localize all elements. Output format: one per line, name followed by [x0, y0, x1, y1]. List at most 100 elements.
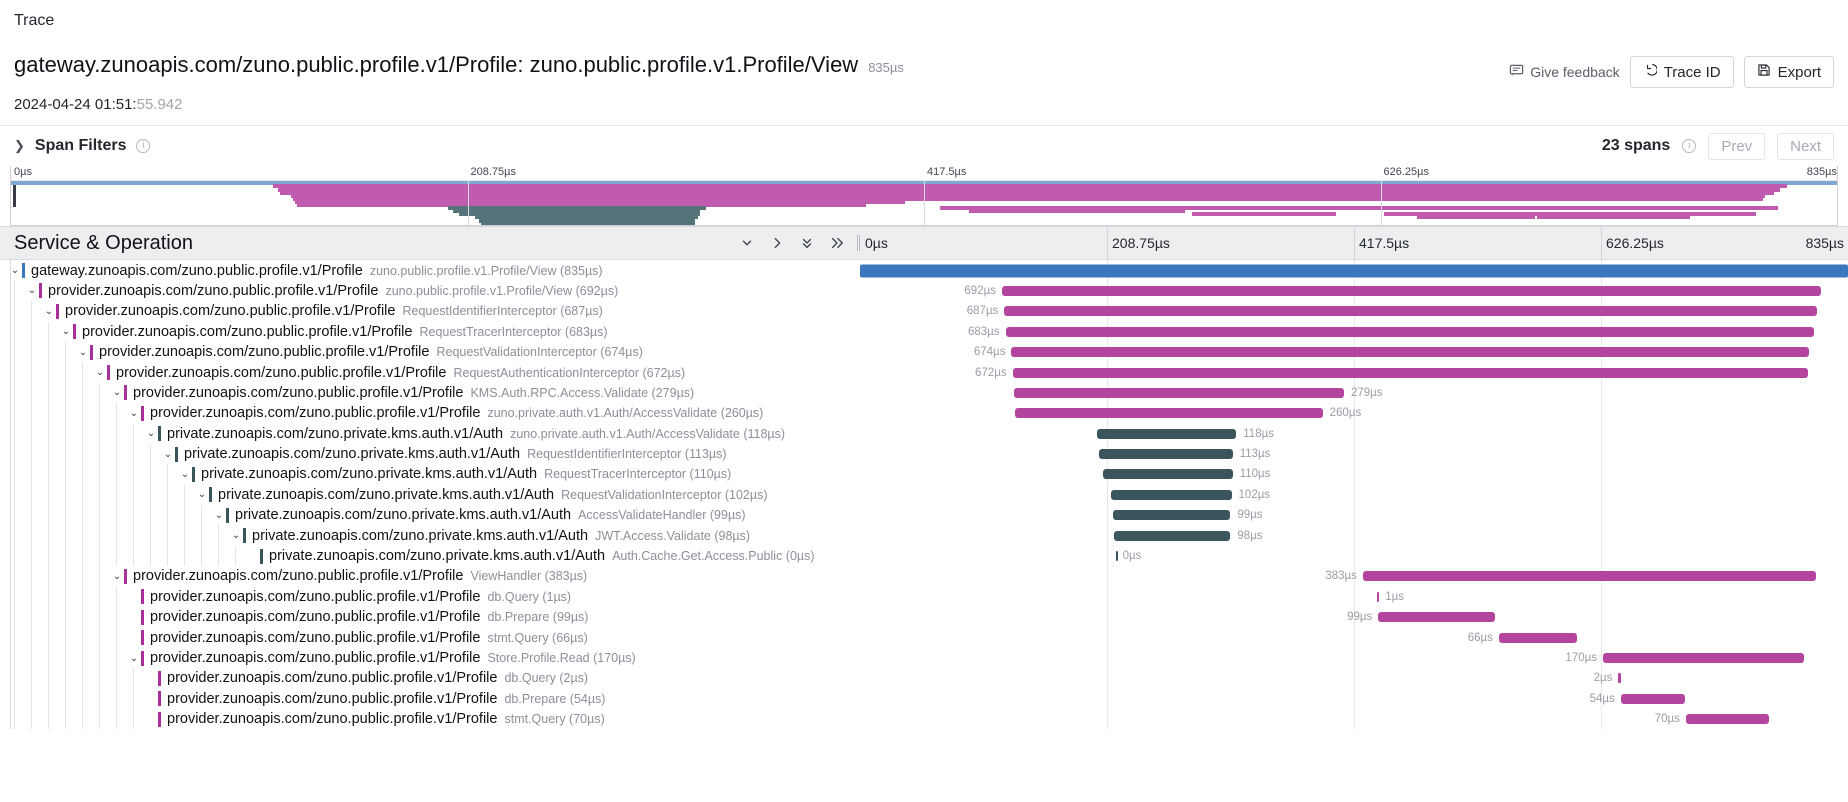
next-span-button[interactable]: Next [1777, 132, 1834, 160]
span-duration-bar[interactable] [1005, 326, 1814, 337]
span-row[interactable]: ⌄provider.zunoapis.com/zuno.public.profi… [0, 362, 1848, 383]
span-row[interactable]: ⌄private.zunoapis.com/zuno.private.kms.a… [0, 545, 1848, 567]
span-duration-bar[interactable] [1001, 285, 1821, 296]
span-row-label-cell[interactable]: ⌄private.zunoapis.com/zuno.private.kms.a… [0, 545, 860, 567]
span-row[interactable]: ⌄provider.zunoapis.com/zuno.public.profi… [0, 280, 1848, 302]
span-row-timeline-cell[interactable]: 102µs [860, 484, 1848, 506]
chevron-down-icon[interactable]: ⌄ [212, 510, 226, 521]
span-duration-bar[interactable] [1378, 612, 1496, 623]
give-feedback-button[interactable]: Give feedback [1509, 63, 1620, 81]
span-count-info-icon[interactable]: i [1682, 139, 1697, 154]
span-row-label-cell[interactable]: ⌄provider.zunoapis.com/zuno.public.profi… [0, 668, 860, 689]
chevron-down-icon[interactable]: ⌄ [110, 571, 124, 582]
span-row-label-cell[interactable]: ⌄provider.zunoapis.com/zuno.public.profi… [0, 566, 860, 587]
span-duration-bar[interactable] [1011, 347, 1809, 358]
span-row-timeline-cell[interactable]: 70µs [860, 708, 1848, 730]
span-row[interactable]: ⌄provider.zunoapis.com/zuno.public.profi… [0, 607, 1848, 628]
span-row-timeline-cell[interactable]: 279µs [860, 382, 1848, 404]
span-row-timeline-cell[interactable]: 672µs [860, 362, 1848, 383]
span-row-timeline-cell[interactable]: 54µs [860, 688, 1848, 709]
span-row-label-cell[interactable]: ⌄provider.zunoapis.com/zuno.public.profi… [0, 607, 860, 628]
span-row-timeline-cell[interactable]: 692µs [860, 280, 1848, 302]
span-row-label-cell[interactable]: ⌄private.zunoapis.com/zuno.private.kms.a… [0, 484, 860, 506]
chevron-down-icon[interactable]: ⌄ [127, 653, 141, 664]
chevron-down-icon[interactable]: ⌄ [42, 306, 56, 317]
span-row-label-cell[interactable]: ⌄provider.zunoapis.com/zuno.public.profi… [0, 688, 860, 709]
span-duration-bar[interactable] [1096, 428, 1237, 439]
span-row-label-cell[interactable]: ⌄ gateway.zunoapis.com/zuno.public.profil… [0, 260, 860, 280]
chevron-down-icon[interactable]: ⌄ [144, 428, 158, 439]
span-row-label-cell[interactable]: ⌄provider.zunoapis.com/zuno.public.profi… [0, 362, 860, 383]
chevron-down-icon[interactable]: ⌄ [93, 367, 107, 378]
span-row[interactable]: ⌄private.zunoapis.com/zuno.private.kms.a… [0, 443, 1848, 465]
span-row-timeline-cell[interactable]: 110µs [860, 464, 1848, 485]
span-row[interactable]: ⌄ gateway.zunoapis.com/zuno.public.profil… [0, 260, 1848, 281]
span-row[interactable]: ⌄provider.zunoapis.com/zuno.public.profi… [0, 688, 1848, 709]
span-row[interactable]: ⌄provider.zunoapis.com/zuno.public.profi… [0, 301, 1848, 322]
span-row[interactable]: ⌄provider.zunoapis.com/zuno.public.profi… [0, 403, 1848, 424]
span-row-timeline-cell[interactable]: 260µs [860, 403, 1848, 424]
span-row-timeline-cell[interactable]: 170µs [860, 647, 1848, 669]
span-row[interactable]: ⌄provider.zunoapis.com/zuno.public.profi… [0, 647, 1848, 669]
expand-one-icon[interactable] [770, 236, 784, 250]
span-duration-bar[interactable] [1362, 571, 1817, 582]
trace-minimap[interactable]: 0µs 208.75µs 417.5µs 626.25µs 835µs [10, 166, 1838, 227]
chevron-down-icon[interactable]: ⌄ [178, 469, 192, 480]
span-duration-bar[interactable] [1102, 469, 1233, 480]
span-duration-bar[interactable] [1685, 714, 1769, 725]
span-row[interactable]: ⌄private.zunoapis.com/zuno.private.kms.a… [0, 505, 1848, 526]
span-row-label-cell[interactable]: ⌄provider.zunoapis.com/zuno.public.profi… [0, 382, 860, 404]
span-row[interactable]: ⌄private.zunoapis.com/zuno.private.kms.a… [0, 525, 1848, 546]
span-duration-bar[interactable] [1013, 387, 1344, 398]
span-row[interactable]: ⌄provider.zunoapis.com/zuno.public.profi… [0, 566, 1848, 587]
span-row-timeline-cell[interactable]: 118µs [860, 423, 1848, 444]
span-row-label-cell[interactable]: ⌄provider.zunoapis.com/zuno.public.profi… [0, 647, 860, 669]
span-row-timeline-cell[interactable]: 683µs [860, 321, 1848, 342]
span-duration-bar[interactable] [860, 264, 1848, 278]
chevron-down-icon[interactable]: ⌄ [110, 387, 124, 398]
span-row[interactable]: ⌄provider.zunoapis.com/zuno.public.profi… [0, 708, 1848, 730]
span-row-timeline-cell[interactable]: 99µs [860, 505, 1848, 526]
span-row-label-cell[interactable]: ⌄provider.zunoapis.com/zuno.public.profi… [0, 627, 860, 648]
span-duration-bar[interactable] [1603, 653, 1805, 663]
span-duration-bar[interactable] [1113, 510, 1231, 521]
span-row[interactable]: ⌄provider.zunoapis.com/zuno.public.profi… [0, 627, 1848, 648]
chevron-down-icon[interactable]: ⌄ [161, 449, 175, 460]
span-duration-bar[interactable] [1115, 551, 1118, 562]
info-icon[interactable]: i [136, 139, 151, 154]
chevron-down-icon[interactable]: ⌄ [76, 347, 90, 358]
span-row-label-cell[interactable]: ⌄provider.zunoapis.com/zuno.public.profi… [0, 708, 860, 730]
span-duration-bar[interactable] [1004, 306, 1818, 317]
prev-span-button[interactable]: Prev [1708, 132, 1766, 160]
span-row[interactable]: ⌄provider.zunoapis.com/zuno.public.profi… [0, 382, 1848, 404]
collapse-one-icon[interactable] [740, 236, 754, 250]
span-duration-bar[interactable] [1099, 449, 1233, 460]
span-duration-bar[interactable] [1377, 591, 1380, 602]
span-row-label-cell[interactable]: ⌄provider.zunoapis.com/zuno.public.profi… [0, 586, 860, 608]
span-duration-bar[interactable] [1110, 489, 1232, 500]
span-duration-bar[interactable] [1620, 693, 1685, 704]
collapse-all-icon[interactable] [800, 236, 814, 250]
chevron-down-icon[interactable]: ⌄ [59, 326, 73, 337]
span-row-timeline-cell[interactable]: 1µs [860, 586, 1848, 608]
span-duration-bar[interactable] [1618, 673, 1621, 684]
span-row-timeline-cell[interactable]: 99µs [860, 607, 1848, 628]
span-row[interactable]: ⌄provider.zunoapis.com/zuno.public.profi… [0, 668, 1848, 689]
span-row-timeline-cell[interactable]: 113µs [860, 443, 1848, 465]
span-row-timeline-cell[interactable]: 98µs [860, 525, 1848, 546]
span-duration-bar[interactable] [1498, 632, 1578, 643]
span-row-label-cell[interactable]: ⌄provider.zunoapis.com/zuno.public.profi… [0, 280, 860, 302]
span-row-timeline-cell[interactable]: 0µs [860, 545, 1848, 567]
chevron-down-icon[interactable]: ⌄ [127, 408, 141, 419]
span-row[interactable]: ⌄private.zunoapis.com/zuno.private.kms.a… [0, 423, 1848, 444]
chevron-down-icon[interactable]: ⌄ [25, 285, 39, 296]
span-row-timeline-cell[interactable]: 687µs [860, 301, 1848, 322]
span-row[interactable]: ⌄private.zunoapis.com/zuno.private.kms.a… [0, 464, 1848, 485]
span-row[interactable]: ⌄provider.zunoapis.com/zuno.public.profi… [0, 586, 1848, 608]
span-row-timeline-cell[interactable]: 2µs [860, 668, 1848, 689]
span-row-label-cell[interactable]: ⌄private.zunoapis.com/zuno.private.kms.a… [0, 505, 860, 526]
span-row-timeline-cell[interactable] [860, 260, 1848, 281]
chevron-down-icon[interactable]: ⌄ [195, 489, 209, 500]
span-duration-bar[interactable] [1015, 408, 1323, 419]
expand-all-icon[interactable] [830, 236, 844, 250]
